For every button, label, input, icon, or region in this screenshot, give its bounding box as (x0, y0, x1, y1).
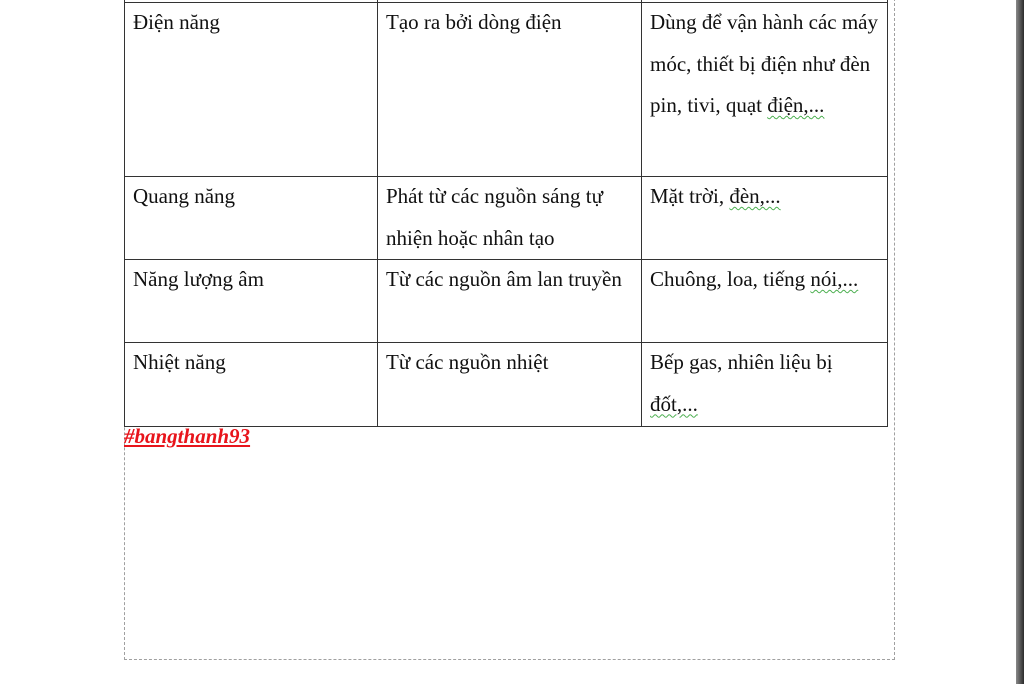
spellcheck-squiggle: điện,... (767, 93, 825, 117)
table-row: Điện năng Tạo ra bởi dòng điện Dùng để v… (124, 2, 888, 177)
spellcheck-squiggle: đèn,... (729, 184, 781, 208)
table-row: Quang năng Phát từ các nguồn sáng tự nhi… (124, 176, 888, 260)
energy-source-cell: Tạo ra bởi dòng điện (377, 2, 642, 177)
spellcheck-squiggle: nói,... (810, 267, 859, 291)
energy-name-cell: Năng lượng âm (124, 259, 378, 343)
table-row: Năng lượng âm Từ các nguồn âm lan truyền… (124, 259, 888, 343)
energy-usage-cell: Chuông, loa, tiếng nói,... (641, 259, 888, 343)
energy-name-cell: Quang năng (124, 176, 378, 260)
window-edge (1016, 0, 1024, 684)
table-row: Nhiệt năng Từ các nguồn nhiệt Bếp gas, n… (124, 342, 888, 427)
energy-table: Điện năng Tạo ra bởi dòng điện Dùng để v… (124, 0, 888, 427)
energy-usage-cell: Bếp gas, nhiên liệu bị đốt,... (641, 342, 888, 427)
energy-source-cell: Từ các nguồn nhiệt (377, 342, 642, 427)
energy-source-cell: Từ các nguồn âm lan truyền (377, 259, 642, 343)
energy-usage-cell: Dùng để vận hành các máy móc, thiết bị đ… (641, 2, 888, 177)
energy-usage-cell: Mặt trời, đèn,... (641, 176, 888, 260)
energy-source-cell: Phát từ các nguồn sáng tự nhiện hoặc nhâ… (377, 176, 642, 260)
energy-name-cell: Điện năng (124, 2, 378, 177)
energy-name-cell: Nhiệt năng (124, 342, 378, 427)
author-hashtag: #bangthanh93 (124, 424, 251, 448)
spellcheck-squiggle: đốt,... (650, 391, 698, 416)
